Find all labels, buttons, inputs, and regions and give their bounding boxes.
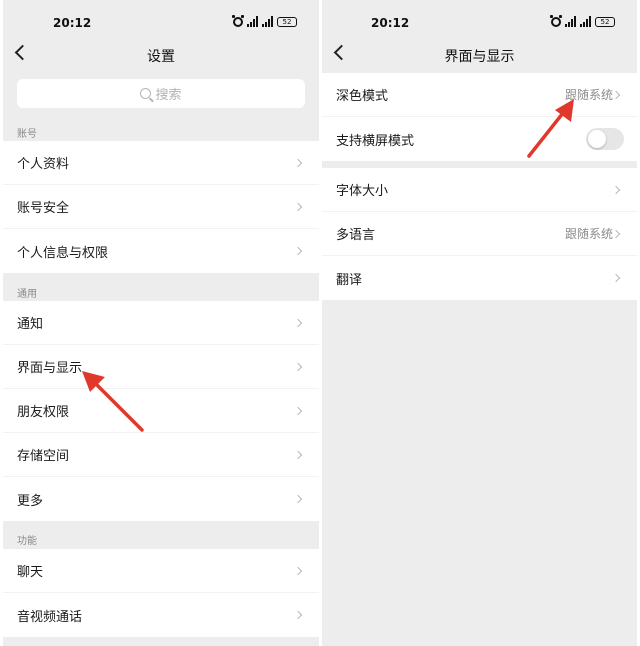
features-group: 聊天 音视频通话 [3, 549, 319, 637]
account-group: 个人资料 账号安全 个人信息与权限 [3, 141, 319, 273]
navigation-bar: 界面与显示 [322, 40, 637, 70]
text-language-group: 字体大小 多语言 跟随系统 翻译 [322, 168, 637, 300]
chevron-right-icon [293, 494, 303, 504]
settings-item-profile[interactable]: 个人资料 [3, 141, 319, 185]
settings-item-label: 音视频通话 [17, 609, 83, 625]
settings-item-friend-permissions[interactable]: 朋友权限 [3, 389, 319, 433]
chevron-right-icon [293, 318, 303, 328]
chevron-right-icon [293, 362, 303, 372]
settings-item-language[interactable]: 多语言 跟随系统 [322, 212, 637, 256]
status-icons: 52 [550, 14, 615, 27]
settings-item-label: 多语言 [336, 228, 376, 243]
settings-item-notifications[interactable]: 通知 [3, 301, 319, 345]
chevron-right-icon [611, 273, 621, 283]
settings-item-label: 个人信息与权限 [17, 245, 109, 261]
chevron-right-icon [293, 246, 303, 256]
toggle-knob [588, 130, 606, 148]
settings-item-label: 账号安全 [17, 201, 70, 216]
battery-icon: 52 [595, 16, 615, 27]
chevron-right-icon [293, 158, 303, 168]
settings-item-font-size[interactable]: 字体大小 [322, 168, 637, 212]
settings-item-display[interactable]: 界面与显示 [3, 345, 319, 389]
chevron-right-icon [293, 566, 303, 576]
signal-icon [580, 16, 591, 27]
search-input[interactable]: 搜索 [17, 79, 305, 108]
settings-item-storage[interactable]: 存储空间 [3, 433, 319, 477]
battery-icon: 52 [277, 16, 297, 27]
settings-item-label: 界面与显示 [17, 361, 83, 376]
settings-item-value: 跟随系统 [564, 88, 613, 102]
general-group: 通知 界面与显示 朋友权限 存储空间 更多 [3, 301, 319, 521]
section-header-features: 功能 [17, 536, 37, 547]
alarm-icon [550, 14, 562, 27]
chevron-right-icon [293, 202, 303, 212]
settings-item-label: 聊天 [17, 565, 44, 580]
page-title: 界面与显示 [444, 49, 515, 65]
settings-item-label: 字体大小 [336, 184, 389, 199]
chevron-right-icon [611, 229, 621, 239]
section-header-general: 通用 [17, 289, 37, 300]
appearance-group: 深色模式 跟随系统 支持横屏模式 [322, 73, 637, 161]
status-time: 20:12 [53, 16, 92, 30]
signal-icon [565, 16, 576, 27]
settings-item-label: 更多 [17, 493, 44, 509]
settings-item-label: 朋友权限 [17, 405, 70, 420]
settings-item-chat[interactable]: 聊天 [3, 549, 319, 593]
navigation-bar: 设置 [3, 40, 319, 70]
search-placeholder: 搜索 [155, 88, 182, 103]
settings-item-label: 通知 [17, 317, 44, 332]
page-title: 设置 [147, 49, 175, 65]
status-time: 20:12 [371, 16, 410, 30]
settings-item-av-calls[interactable]: 音视频通话 [3, 593, 319, 637]
settings-item-value: 跟随系统 [564, 227, 613, 241]
chevron-right-icon [293, 610, 303, 620]
settings-item-label: 个人资料 [17, 157, 70, 172]
settings-item-label: 存储空间 [17, 449, 70, 464]
settings-item-account-security[interactable]: 账号安全 [3, 185, 319, 229]
settings-item-privacy-permissions[interactable]: 个人信息与权限 [3, 229, 319, 273]
settings-item-more[interactable]: 更多 [3, 477, 319, 521]
search-icon [140, 88, 152, 99]
settings-item-label: 支持横屏模式 [336, 133, 415, 149]
chevron-right-icon [293, 450, 303, 460]
display-settings-screen: 20:12 52 界面与显示 深色模式 跟随系统 支持横屏模式 字体大小 多语言… [322, 0, 637, 646]
settings-item-landscape-mode: 支持横屏模式 [322, 117, 637, 161]
settings-item-translate[interactable]: 翻译 [322, 256, 637, 300]
chevron-right-icon [293, 406, 303, 416]
chevron-right-icon [611, 185, 621, 195]
settings-item-label: 深色模式 [336, 89, 389, 104]
section-header-account: 账号 [17, 129, 37, 140]
chevron-right-icon [611, 90, 621, 100]
landscape-toggle-switch[interactable] [586, 128, 624, 150]
settings-screen: 20:12 52 设置 搜索 账号 个人资料 账号安全 个人信息与权限 通用 通… [3, 0, 319, 646]
alarm-icon [232, 14, 244, 27]
status-icons: 52 [232, 14, 297, 27]
signal-icon [247, 16, 258, 27]
signal-icon [262, 16, 273, 27]
settings-item-label: 翻译 [336, 272, 363, 288]
settings-item-dark-mode[interactable]: 深色模式 跟随系统 [322, 73, 637, 117]
